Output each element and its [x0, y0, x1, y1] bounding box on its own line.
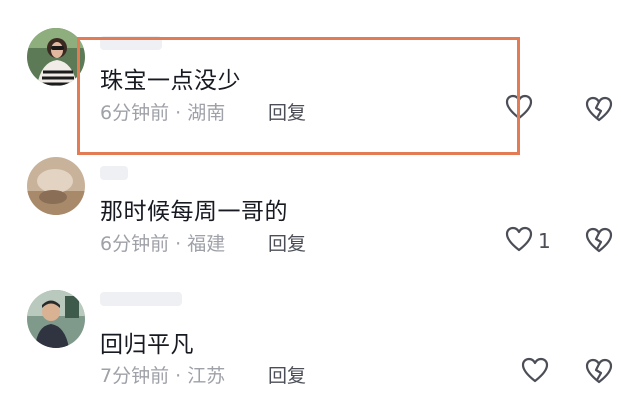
- comment-location: 江苏: [187, 365, 226, 387]
- meta-separator: ·: [175, 102, 182, 124]
- avatar[interactable]: [27, 157, 85, 215]
- dislike-button[interactable]: [584, 226, 614, 258]
- like-button[interactable]: 1: [504, 226, 551, 256]
- comment-text: 回归平凡: [100, 332, 194, 358]
- reply-button[interactable]: 回复: [268, 229, 306, 256]
- reply-button[interactable]: 回复: [268, 98, 306, 125]
- heart-outline-icon: [504, 225, 534, 257]
- like-button[interactable]: [504, 94, 538, 124]
- avatar[interactable]: [27, 28, 85, 86]
- comment-meta: 7分钟前 · 江苏: [100, 361, 225, 388]
- broken-heart-icon: [584, 96, 614, 127]
- username-placeholder[interactable]: [100, 36, 162, 50]
- comment-location: 湖南: [187, 102, 226, 124]
- heart-outline-icon: [504, 93, 534, 125]
- username-placeholder[interactable]: [100, 292, 182, 306]
- comment-time: 6分钟前: [100, 102, 170, 124]
- comment-item: 珠宝一点没少 6分钟前 · 湖南 回复: [0, 0, 640, 130]
- comment-location: 福建: [187, 233, 226, 255]
- comment-time: 6分钟前: [100, 233, 170, 255]
- avatar[interactable]: [27, 290, 85, 348]
- broken-heart-icon: [584, 227, 614, 258]
- reply-button[interactable]: 回复: [268, 361, 306, 388]
- broken-heart-icon: [584, 358, 614, 389]
- comment-text: 那时候每周一哥的: [100, 199, 288, 225]
- dislike-button[interactable]: [584, 95, 614, 127]
- heart-outline-icon: [520, 356, 550, 388]
- like-count: 1: [538, 229, 551, 253]
- like-button[interactable]: [520, 357, 554, 387]
- comment-time: 7分钟前: [100, 365, 170, 387]
- dislike-button[interactable]: [584, 357, 614, 389]
- meta-separator: ·: [175, 233, 182, 255]
- comment-meta: 6分钟前 · 福建: [100, 229, 225, 256]
- username-placeholder[interactable]: [100, 166, 128, 180]
- comment-item: 那时候每周一哥的 6分钟前 · 福建 回复 1: [0, 140, 640, 270]
- meta-separator: ·: [175, 365, 182, 387]
- comment-item: 回归平凡 7分钟前 · 江苏 回复: [0, 270, 640, 400]
- comment-text: 珠宝一点没少: [100, 68, 241, 94]
- comment-meta: 6分钟前 · 湖南: [100, 98, 225, 125]
